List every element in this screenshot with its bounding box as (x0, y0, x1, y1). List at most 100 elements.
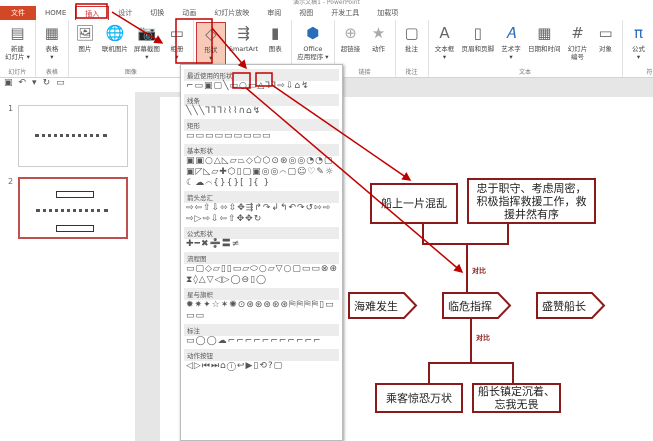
step-label: 临危指挥 (448, 300, 492, 313)
present-icon[interactable]: ▭ (56, 78, 71, 88)
shape-gallery[interactable]: ✹✷✦☆✶✺⊙⊛⊛⊛⊛⊛⛿⛿⛿⛿▯▭▭▭ (184, 300, 339, 322)
button-label: 艺术字 ▾ (501, 45, 521, 61)
textbox-icon: A (439, 24, 450, 42)
group-label: 链接 (358, 69, 371, 76)
ribbon-group: ▦ 表格 ▾ 表格 (36, 20, 69, 77)
header-footer-button[interactable]: ▯ 页眉和页脚 (459, 22, 498, 67)
shape-gallery[interactable]: ⇨⇦⇧⇩⬄⇳✥⇶↱↷↲↰↶↷↺⇰⇨⇨▷⇨⇩⇦⇧✥✥↻ (184, 203, 339, 225)
tab-4[interactable]: 切换 (141, 6, 173, 20)
date-time-button[interactable]: ▦ 日期和时间 (525, 22, 564, 67)
tab-1[interactable]: HOME (36, 6, 75, 20)
shape-category-header: 星与旗帜 (184, 288, 339, 300)
comment-button[interactable]: ▢ 批注 (398, 22, 426, 67)
tab-5[interactable]: 动画 (173, 6, 205, 20)
shapes-button[interactable]: ◇ 形状 ▾ (195, 22, 226, 67)
tab-10[interactable]: 加载项 (368, 6, 407, 20)
group-label: 文本 (519, 69, 532, 76)
screenshot-button[interactable]: 📷 屏幕截图 ▾ (131, 22, 163, 67)
button-label: 屏幕截图 ▾ (133, 45, 160, 61)
action-icon: ★ (371, 24, 386, 42)
button-label: 对象 (599, 45, 613, 53)
ribbon-group: 🖼 图片 🌐 联机图片 📷 屏幕截图 ▾ ▭ 相册 ▾ 图像 (69, 20, 194, 77)
step-arrow[interactable]: 临危指挥 (442, 292, 512, 319)
tab-8[interactable]: 视图 (290, 6, 322, 20)
connector (428, 362, 430, 384)
redo-icon[interactable]: ↻ (43, 78, 57, 88)
tab-3[interactable]: 设计 (109, 6, 141, 20)
shape-gallery[interactable]: ╲╲╲⅂⅂⅂≀⌇⌇∩⌂↯ (184, 106, 339, 117)
button-label: 批注 (405, 45, 419, 53)
wordart-button[interactable]: 𝐴 艺术字 ▾ (497, 22, 525, 67)
group-label: 幻灯片 (8, 69, 27, 76)
button-label: 形状 ▾ (204, 46, 218, 62)
button-label: 页眉和页脚 (461, 45, 495, 53)
shape-category-header: 流程图 (184, 252, 339, 264)
tab-6[interactable]: 幻灯片放映 (205, 6, 258, 20)
tab-7[interactable]: 审阅 (258, 6, 290, 20)
comment-icon: ▢ (404, 24, 419, 42)
step-arrow[interactable]: 盛赞船长 (536, 292, 606, 319)
tab-9[interactable]: 开发工具 (322, 6, 368, 20)
button-label: SmartArt (228, 45, 259, 53)
ribbon-group: ▤ 新建 幻灯片 ▾ 幻灯片 (0, 20, 36, 77)
textbox-button[interactable]: A 文本框 ▾ (431, 22, 459, 67)
chart-button[interactable]: ▮ 图表 (261, 22, 289, 67)
wordart-icon: 𝐴 (506, 24, 517, 42)
shapes-icon: ◇ (205, 25, 217, 43)
shape-gallery[interactable]: ▭▭▭▭▭▭▭▭▭ (184, 131, 339, 142)
button-label: 相册 ▾ (170, 45, 184, 61)
shape-gallery[interactable]: ▭▢◇▱▯▯▭▱⬭○▱▽○▢▭▭⊗⊕⧗◊△▽◁▷◯⊖▯◯ (184, 264, 339, 286)
hyperlink-button[interactable]: ⊕ 超链接 (337, 22, 365, 67)
step-label: 盛赞船长 (542, 300, 586, 313)
office-apps-button[interactable]: ⬢ Office 应用程序 ▾ (294, 22, 331, 67)
shape-gallery[interactable]: ◁▷⏮⏭⌂ⓘ↩▶▯⟲?▢ (184, 361, 339, 372)
shape-gallery[interactable]: ⌐▭▣▢╲▭○▭△⅂⅂⇨⇩⌂↯ (184, 81, 339, 92)
slide-number: 1 (8, 104, 14, 113)
box-chaos[interactable]: 船上一片混乱 (370, 183, 458, 224)
contrast-label: 对比 (476, 334, 490, 342)
undo-icon[interactable]: ↶▾ (19, 78, 43, 88)
step-arrow[interactable]: 海难发生 (348, 292, 418, 319)
slide-thumbnail-1[interactable] (18, 105, 128, 167)
shape-category-header: 箭头总汇 (184, 191, 339, 203)
slide-thumbnail-2[interactable] (18, 177, 128, 239)
button-label: 图片 (78, 45, 92, 53)
save-icon[interactable]: ▣ (4, 78, 19, 88)
hyperlink-icon: ⊕ (344, 24, 357, 42)
shape-category-header: 动作按钮 (184, 349, 339, 361)
shape-gallery[interactable]: ✚━✖➗〓≠ (184, 239, 339, 250)
shape-category-header: 最近使用的形状 (184, 69, 339, 81)
shape-category-header: 标注 (184, 324, 339, 336)
shape-category-header: 基本形状 (184, 144, 339, 156)
header-footer-icon: ▯ (473, 24, 482, 42)
box-captain-calm[interactable]: 船长镇定沉着、忘我无畏 (472, 383, 561, 413)
shape-gallery[interactable]: ▭◯◯☁⌐⌐⌐⌐⌐⌐⌐⌐⌐⌐⌐ (184, 336, 339, 347)
shape-gallery[interactable]: ▣▣○△◺▱⏢◇⬠⬡⊙⊛◎◎◔◔▢▣◸◺▱✚⬡▯▢▣◎◎⌒▢☺♡✎☼☾☁⌒{}{… (184, 156, 339, 189)
smartart-button[interactable]: ⇶ SmartArt (226, 22, 261, 67)
picture-button[interactable]: 🖼 图片 (71, 22, 99, 67)
ribbon-group: ⊕ 超链接 ★ 动作链接 (335, 20, 396, 77)
online-picture-button[interactable]: 🌐 联机图片 (99, 22, 131, 67)
slide-number-button[interactable]: # 幻灯片 编号 (564, 22, 592, 67)
shape-category-header: 矩形 (184, 119, 339, 131)
table-button[interactable]: ▦ 表格 ▾ (38, 22, 66, 67)
contrast-label: 对比 (472, 267, 486, 275)
equation-button[interactable]: π 公式 ▾ (625, 22, 653, 67)
connector (466, 243, 468, 293)
object-button[interactable]: ▭ 对象 (592, 22, 620, 67)
box-captain-duty[interactable]: 忠于职守、考虑周密，积极指挥救援工作，救援井然有序 (467, 178, 596, 224)
shape-category-header: 线条 (184, 94, 339, 106)
box-passengers-panic[interactable]: 乘客惊恐万状 (375, 383, 463, 413)
connector (512, 362, 514, 384)
tab-2[interactable]: 插入 (75, 6, 110, 20)
slide-number-icon: # (571, 24, 584, 42)
smartart-icon: ⇶ (237, 24, 250, 42)
tab-0[interactable]: 文件 (0, 6, 36, 20)
chart-icon: ▮ (271, 24, 280, 42)
action-button[interactable]: ★ 动作 (365, 22, 393, 67)
online-picture-icon: 🌐 (105, 24, 125, 42)
new-slide-button[interactable]: ▤ 新建 幻灯片 ▾ (2, 22, 33, 67)
album-button[interactable]: ▭ 相册 ▾ (163, 22, 191, 67)
equation-icon: π (634, 24, 644, 42)
button-label: 联机图片 (101, 45, 128, 53)
